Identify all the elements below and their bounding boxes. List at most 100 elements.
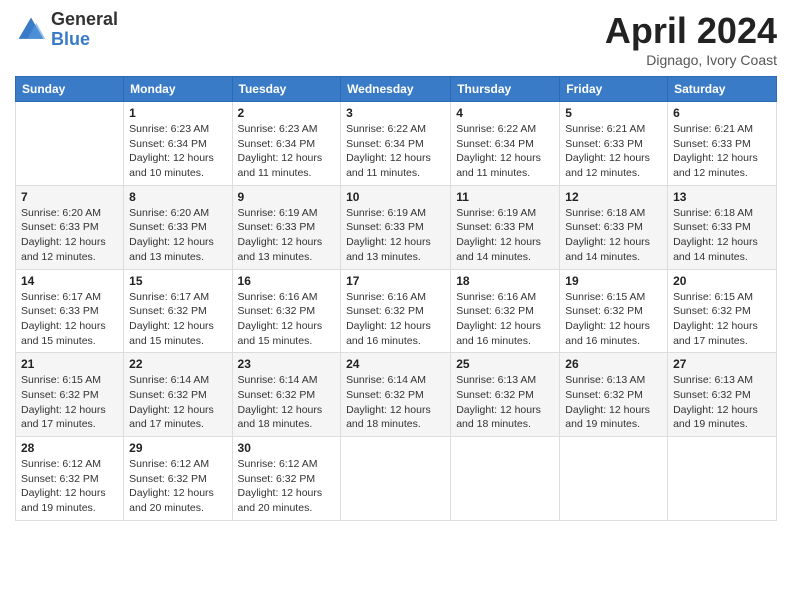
day-number: 10 [346, 190, 445, 204]
day-number: 4 [456, 106, 554, 120]
calendar-header-row: SundayMondayTuesdayWednesdayThursdayFrid… [16, 77, 777, 102]
logo-general-text: General [51, 10, 118, 30]
calendar-cell [560, 437, 668, 521]
calendar-cell: 30 Sunrise: 6:12 AM Sunset: 6:32 PM Dayli… [232, 437, 341, 521]
day-info: Sunrise: 6:14 AM Sunset: 6:32 PM Dayligh… [238, 373, 336, 432]
calendar-cell [451, 437, 560, 521]
day-info: Sunrise: 6:19 AM Sunset: 6:33 PM Dayligh… [346, 206, 445, 265]
day-number: 28 [21, 441, 118, 455]
calendar-cell: 4 Sunrise: 6:22 AM Sunset: 6:34 PM Daylig… [451, 102, 560, 186]
calendar-cell: 3 Sunrise: 6:22 AM Sunset: 6:34 PM Daylig… [341, 102, 451, 186]
calendar-cell: 12 Sunrise: 6:18 AM Sunset: 6:33 PM Dayli… [560, 185, 668, 269]
title-block: April 2024 Dignago, Ivory Coast [605, 10, 777, 68]
calendar-week-1: 1 Sunrise: 6:23 AM Sunset: 6:34 PM Daylig… [16, 102, 777, 186]
day-info: Sunrise: 6:17 AM Sunset: 6:32 PM Dayligh… [129, 290, 226, 349]
logo-icon [15, 14, 47, 46]
day-number: 22 [129, 357, 226, 371]
day-number: 11 [456, 190, 554, 204]
day-info: Sunrise: 6:16 AM Sunset: 6:32 PM Dayligh… [346, 290, 445, 349]
day-info: Sunrise: 6:18 AM Sunset: 6:33 PM Dayligh… [673, 206, 771, 265]
calendar-cell: 14 Sunrise: 6:17 AM Sunset: 6:33 PM Dayli… [16, 269, 124, 353]
day-info: Sunrise: 6:23 AM Sunset: 6:34 PM Dayligh… [129, 122, 226, 181]
day-info: Sunrise: 6:12 AM Sunset: 6:32 PM Dayligh… [238, 457, 336, 516]
calendar-cell: 26 Sunrise: 6:13 AM Sunset: 6:32 PM Dayli… [560, 353, 668, 437]
day-info: Sunrise: 6:12 AM Sunset: 6:32 PM Dayligh… [129, 457, 226, 516]
day-info: Sunrise: 6:18 AM Sunset: 6:33 PM Dayligh… [565, 206, 662, 265]
calendar-title: April 2024 [605, 10, 777, 52]
day-number: 30 [238, 441, 336, 455]
calendar-cell [668, 437, 777, 521]
calendar-cell [16, 102, 124, 186]
day-number: 6 [673, 106, 771, 120]
calendar-cell: 18 Sunrise: 6:16 AM Sunset: 6:32 PM Dayli… [451, 269, 560, 353]
calendar-cell: 2Sunrise: 6:23 AM Sunset: 6:34 PM Daylig… [232, 102, 341, 186]
calendar-cell: 22 Sunrise: 6:14 AM Sunset: 6:32 PM Dayli… [124, 353, 232, 437]
page: General Blue April 2024 Dignago, Ivory C… [0, 0, 792, 612]
day-info: Sunrise: 6:19 AM Sunset: 6:33 PM Dayligh… [456, 206, 554, 265]
day-info: Sunrise: 6:20 AM Sunset: 6:33 PM Dayligh… [21, 206, 118, 265]
day-number: 3 [346, 106, 445, 120]
day-number: 26 [565, 357, 662, 371]
calendar-cell: 20Sunrise: 6:15 AM Sunset: 6:32 PM Dayli… [668, 269, 777, 353]
calendar-cell: 19Sunrise: 6:15 AM Sunset: 6:32 PM Dayli… [560, 269, 668, 353]
calendar-week-5: 28 Sunrise: 6:12 AM Sunset: 6:32 PM Dayli… [16, 437, 777, 521]
day-number: 13 [673, 190, 771, 204]
day-number: 18 [456, 274, 554, 288]
header: General Blue April 2024 Dignago, Ivory C… [15, 10, 777, 68]
day-info: Sunrise: 6:12 AM Sunset: 6:32 PM Dayligh… [21, 457, 118, 516]
day-info: Sunrise: 6:15 AM Sunset: 6:32 PM Dayligh… [21, 373, 118, 432]
calendar-cell: 23 Sunrise: 6:14 AM Sunset: 6:32 PM Dayli… [232, 353, 341, 437]
calendar-cell: 16Sunrise: 6:16 AM Sunset: 6:32 PM Dayli… [232, 269, 341, 353]
logo-text: General Blue [51, 10, 118, 50]
day-header-wednesday: Wednesday [341, 77, 451, 102]
calendar-cell: 10 Sunrise: 6:19 AM Sunset: 6:33 PM Dayli… [341, 185, 451, 269]
day-header-thursday: Thursday [451, 77, 560, 102]
day-number: 15 [129, 274, 226, 288]
day-number: 1 [129, 106, 226, 120]
day-number: 2 [238, 106, 336, 120]
day-info: Sunrise: 6:14 AM Sunset: 6:32 PM Dayligh… [346, 373, 445, 432]
calendar-cell: 13 Sunrise: 6:18 AM Sunset: 6:33 PM Dayli… [668, 185, 777, 269]
day-number: 9 [238, 190, 336, 204]
day-number: 19 [565, 274, 662, 288]
day-header-saturday: Saturday [668, 77, 777, 102]
day-info: Sunrise: 6:21 AM Sunset: 6:33 PM Dayligh… [565, 122, 662, 181]
day-info: Sunrise: 6:22 AM Sunset: 6:34 PM Dayligh… [456, 122, 554, 181]
day-info: Sunrise: 6:22 AM Sunset: 6:34 PM Dayligh… [346, 122, 445, 181]
calendar-cell: 11 Sunrise: 6:19 AM Sunset: 6:33 PM Dayli… [451, 185, 560, 269]
day-info: Sunrise: 6:16 AM Sunset: 6:32 PM Dayligh… [456, 290, 554, 349]
day-number: 21 [21, 357, 118, 371]
day-info: Sunrise: 6:21 AM Sunset: 6:33 PM Dayligh… [673, 122, 771, 181]
day-info: Sunrise: 6:14 AM Sunset: 6:32 PM Dayligh… [129, 373, 226, 432]
day-number: 12 [565, 190, 662, 204]
logo: General Blue [15, 10, 118, 50]
logo-blue-text: Blue [51, 30, 118, 50]
calendar-cell: 28 Sunrise: 6:12 AM Sunset: 6:32 PM Dayli… [16, 437, 124, 521]
calendar-cell: 24 Sunrise: 6:14 AM Sunset: 6:32 PM Dayli… [341, 353, 451, 437]
day-number: 29 [129, 441, 226, 455]
day-info: Sunrise: 6:17 AM Sunset: 6:33 PM Dayligh… [21, 290, 118, 349]
day-number: 25 [456, 357, 554, 371]
day-number: 24 [346, 357, 445, 371]
day-info: Sunrise: 6:13 AM Sunset: 6:32 PM Dayligh… [456, 373, 554, 432]
calendar-cell: 1 Sunrise: 6:23 AM Sunset: 6:34 PM Daylig… [124, 102, 232, 186]
day-number: 17 [346, 274, 445, 288]
calendar-cell: 27Sunrise: 6:13 AM Sunset: 6:32 PM Dayli… [668, 353, 777, 437]
calendar-cell: 7 Sunrise: 6:20 AM Sunset: 6:33 PM Daylig… [16, 185, 124, 269]
calendar-week-4: 21 Sunrise: 6:15 AM Sunset: 6:32 PM Dayli… [16, 353, 777, 437]
day-number: 23 [238, 357, 336, 371]
day-number: 8 [129, 190, 226, 204]
calendar-week-3: 14 Sunrise: 6:17 AM Sunset: 6:33 PM Dayli… [16, 269, 777, 353]
day-number: 14 [21, 274, 118, 288]
day-number: 20 [673, 274, 771, 288]
day-number: 27 [673, 357, 771, 371]
calendar-cell: 21 Sunrise: 6:15 AM Sunset: 6:32 PM Dayli… [16, 353, 124, 437]
day-header-friday: Friday [560, 77, 668, 102]
calendar-cell: 29 Sunrise: 6:12 AM Sunset: 6:32 PM Dayli… [124, 437, 232, 521]
calendar-cell: 17 Sunrise: 6:16 AM Sunset: 6:32 PM Dayli… [341, 269, 451, 353]
calendar-cell: 15 Sunrise: 6:17 AM Sunset: 6:32 PM Dayli… [124, 269, 232, 353]
day-header-monday: Monday [124, 77, 232, 102]
day-info: Sunrise: 6:13 AM Sunset: 6:32 PM Dayligh… [565, 373, 662, 432]
calendar-table: SundayMondayTuesdayWednesdayThursdayFrid… [15, 76, 777, 521]
day-number: 7 [21, 190, 118, 204]
